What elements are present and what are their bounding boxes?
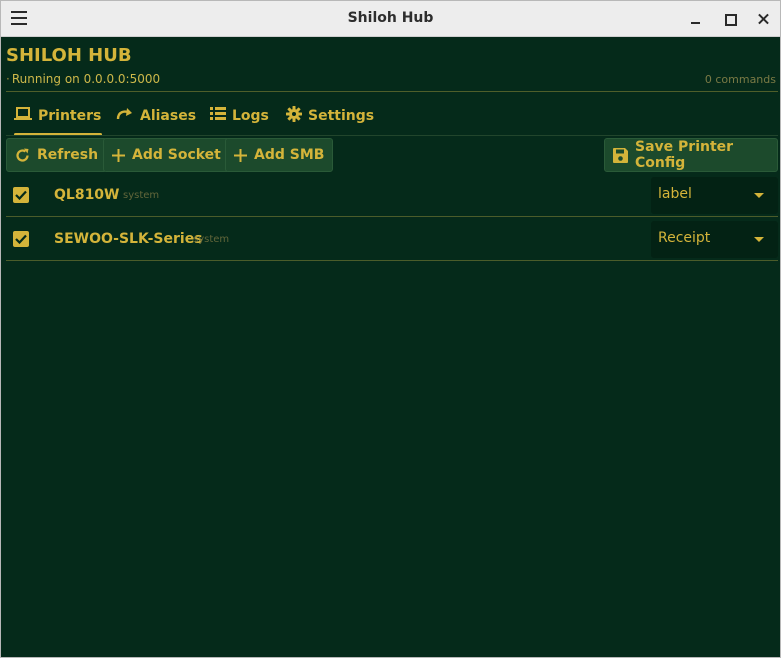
printer-source-tag: system: [123, 190, 160, 201]
refresh-icon: [15, 148, 30, 163]
app-window: Shiloh Hub SHILOH HUB · Running on 0.0.0.…: [0, 0, 781, 658]
app-title: SHILOH HUB: [6, 45, 132, 66]
tab-logs[interactable]: Logs: [210, 101, 269, 131]
printer-type-select[interactable]: Receipt: [651, 221, 778, 258]
add-socket-button[interactable]: Add Socket: [103, 138, 230, 172]
printer-row: SEWOO-SLK-Series system Receipt: [6, 218, 778, 261]
maximize-icon[interactable]: [720, 9, 740, 29]
save-printer-config-button[interactable]: Save Printer Config: [604, 138, 778, 172]
redo-arrow-icon: [116, 107, 134, 125]
tab-label: Logs: [232, 108, 269, 124]
printer-type-value: label: [658, 186, 692, 202]
list-icon: [210, 107, 226, 125]
save-label: Save Printer Config: [635, 139, 734, 171]
printer-source-tag: system: [193, 234, 230, 245]
add-socket-label: Add Socket: [132, 147, 221, 163]
tab-settings[interactable]: Settings: [286, 101, 374, 131]
printer-type-value: Receipt: [658, 230, 711, 246]
status-dot-icon: ·: [6, 72, 10, 86]
plus-icon: [112, 148, 125, 162]
tab-divider: [6, 135, 778, 136]
plus-icon: [234, 148, 247, 162]
caret-down-icon: [754, 193, 764, 198]
tab-aliases[interactable]: Aliases: [116, 101, 196, 131]
printer-name: QL810W: [54, 187, 120, 203]
tab-printers[interactable]: Printers: [14, 101, 102, 136]
printer-type-select[interactable]: label: [651, 177, 778, 214]
server-status: · Running on 0.0.0.0:5000: [6, 72, 160, 86]
add-smb-button[interactable]: Add SMB: [225, 138, 334, 172]
caret-down-icon: [754, 237, 764, 242]
header-divider: [6, 91, 778, 92]
checkmark-icon: [15, 234, 27, 244]
printer-enabled-checkbox[interactable]: [13, 231, 29, 247]
server-status-text: Running on 0.0.0.0:5000: [11, 72, 161, 86]
tab-bar: Printers Aliases Logs Settings: [6, 101, 778, 136]
title-bar: Shiloh Hub: [1, 1, 780, 37]
tab-label: Settings: [308, 108, 375, 124]
printer-row: QL810W system label: [6, 174, 778, 217]
command-count: 0 commands: [704, 73, 776, 86]
gear-icon: [286, 106, 302, 126]
add-smb-label: Add SMB: [254, 147, 325, 163]
floppy-disk-icon: [613, 147, 628, 163]
minimize-icon[interactable]: [686, 9, 706, 29]
refresh-label: Refresh: [37, 147, 99, 163]
tab-label: Printers: [38, 108, 102, 124]
window-title: Shiloh Hub: [347, 10, 434, 26]
laptop-icon: [14, 107, 32, 125]
checkmark-icon: [15, 190, 27, 200]
printer-enabled-checkbox[interactable]: [13, 187, 29, 203]
printer-name: SEWOO-SLK-Series: [54, 231, 203, 247]
close-icon[interactable]: [754, 9, 774, 29]
refresh-button[interactable]: Refresh: [6, 138, 108, 172]
tab-label: Aliases: [140, 108, 197, 124]
